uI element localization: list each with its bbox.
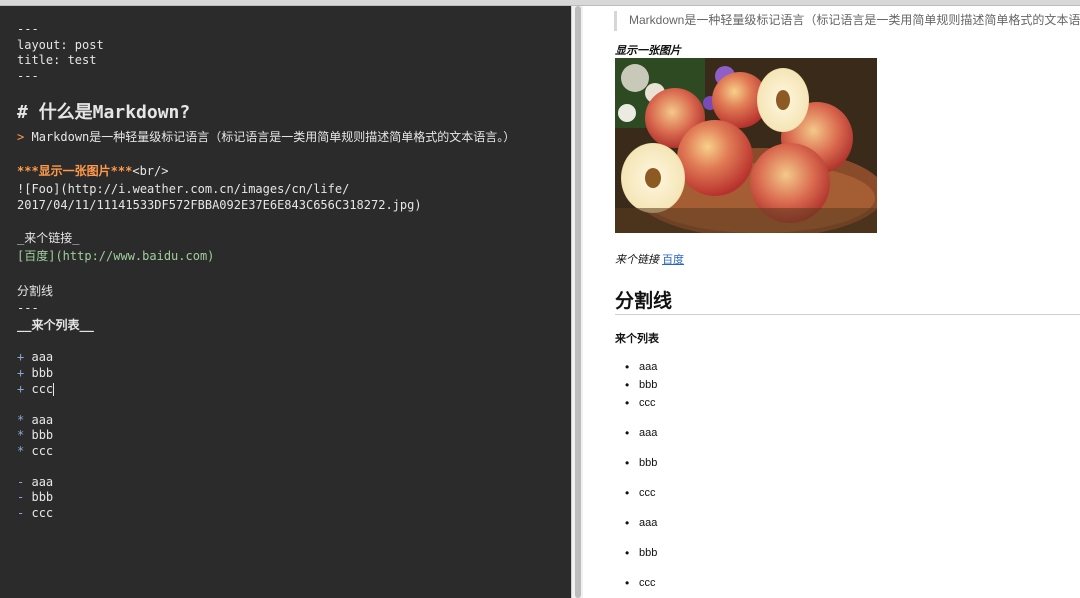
preview-strong-text: 来个列表 bbox=[615, 333, 659, 345]
editor-list-item: + bbb bbox=[17, 366, 54, 380]
text-cursor bbox=[53, 383, 55, 396]
editor-image-line-1: ![Foo](http://i.weather.com.cn/images/cn… bbox=[17, 182, 350, 196]
preview-list-item: ccc bbox=[625, 486, 655, 500]
markdown-preview: Markdown是一种轻量级标记语言（标记语言是一类用简单规则描述简单格式的文本… bbox=[583, 6, 1080, 598]
front-matter-open: --- bbox=[17, 22, 39, 36]
editor-section-text: 分割线 bbox=[17, 284, 54, 298]
preview-list-item: bbb bbox=[625, 378, 658, 392]
editor-heading: # 什么是Markdown? bbox=[17, 102, 190, 124]
preview-link-line: 来个链接 百度 bbox=[615, 251, 684, 267]
editor-list-item: - aaa bbox=[17, 475, 54, 489]
editor-bold-list-label: __来个列表__ bbox=[17, 318, 94, 332]
preview-list-item: aaa bbox=[625, 516, 658, 530]
apple-photo bbox=[615, 58, 877, 233]
editor-list-item: * ccc bbox=[17, 444, 54, 458]
link-text: [百度] bbox=[17, 249, 56, 263]
heading-mark: # bbox=[17, 102, 28, 123]
editor-link-line: [百度](http://www.baidu.com) bbox=[17, 249, 214, 264]
preview-list-item: ccc bbox=[625, 396, 655, 410]
quote-text: Markdown是一种轻量级标记语言（标记语言是一类用简单规则描述简单格式的文本… bbox=[31, 130, 516, 144]
baidu-link[interactable]: 百度 bbox=[662, 254, 684, 266]
quote-mark: > bbox=[17, 130, 25, 144]
front-matter-title: title: test bbox=[17, 53, 97, 67]
preview-list-item: aaa bbox=[625, 360, 658, 374]
editor-list-item: * bbb bbox=[17, 428, 54, 442]
front-matter-layout: layout: post bbox=[17, 38, 104, 52]
editor-blockquote: > Markdown是一种轻量级标记语言（标记语言是一类用简单规则描述简单格式的… bbox=[17, 130, 515, 145]
preview-rule bbox=[615, 314, 1080, 315]
editor-list-item: + ccc bbox=[17, 382, 55, 396]
preview-image-caption: 显示一张图片 bbox=[615, 45, 681, 57]
preview-list-item: aaa bbox=[625, 426, 658, 440]
editor-rule: --- bbox=[17, 301, 39, 315]
preview-list-item: bbb bbox=[625, 546, 658, 560]
editor-list-item: * aaa bbox=[17, 413, 54, 427]
editor-list-item: - ccc bbox=[17, 506, 54, 520]
preview-list-item: bbb bbox=[625, 456, 658, 470]
markdown-editor[interactable]: --- layout: post title: test --- # 什么是Ma… bbox=[0, 6, 571, 598]
br-tag: <br/> bbox=[132, 164, 169, 178]
editor-image-line-2: 2017/04/11/11141533DF572FBBA092E37E6E843… bbox=[17, 198, 422, 212]
editor-list-item: + aaa bbox=[17, 350, 54, 364]
scrollbar-thumb[interactable] bbox=[575, 6, 581, 598]
bold-image-label: ***显示一张图片*** bbox=[17, 164, 133, 178]
editor-list-item: - bbb bbox=[17, 490, 54, 504]
preview-heading: 分割线 bbox=[615, 291, 673, 312]
editor-italic-link-label: _来个链接_ bbox=[17, 231, 80, 245]
link-url: (http://www.baidu.com) bbox=[55, 249, 215, 263]
editor-bold-image-label: ***显示一张图片***<br/> bbox=[17, 164, 168, 179]
preview-list-item: ccc bbox=[625, 576, 655, 590]
link-prefix: 来个链接 bbox=[615, 254, 659, 266]
heading-text: 什么是Markdown? bbox=[38, 102, 191, 123]
preview-blockquote: Markdown是一种轻量级标记语言（标记语言是一类用简单规则描述简单格式的文本… bbox=[614, 11, 1080, 31]
front-matter-close: --- bbox=[17, 69, 39, 83]
